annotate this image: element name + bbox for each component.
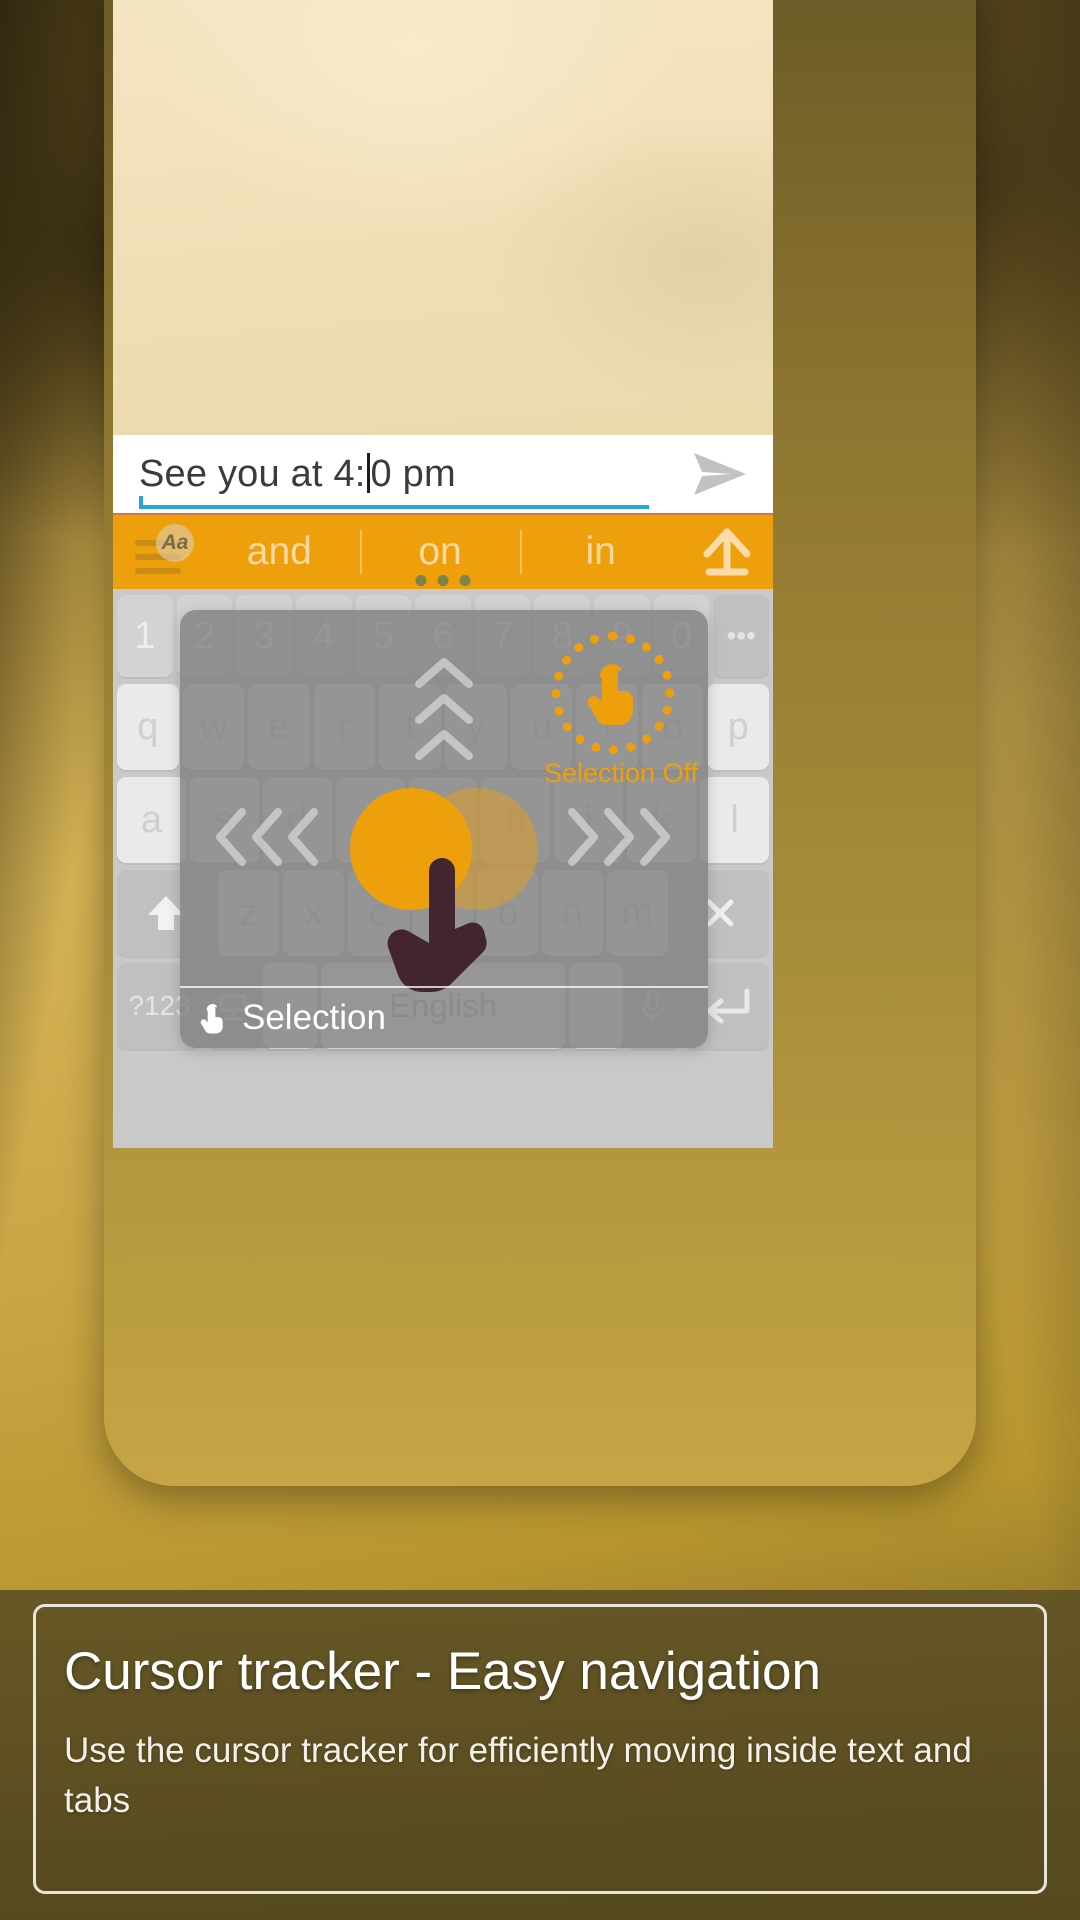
message-input-bar: See you at 4: 0 pm [113, 435, 773, 513]
key-a[interactable]: a [117, 777, 186, 863]
text-caret [366, 452, 370, 493]
chevron-left-icon [288, 808, 318, 866]
key-more-options[interactable]: ••• [713, 595, 770, 677]
chevron-left-icon [252, 808, 282, 866]
caption-box: Cursor tracker - Easy navigation Use the… [33, 1604, 1047, 1894]
key-q[interactable]: q [117, 684, 179, 770]
pointing-hand-icon [380, 842, 540, 993]
chevron-right-icon [640, 808, 670, 866]
chevron-left-icon [216, 808, 246, 866]
keyboard-menu-button[interactable]: Aa [113, 514, 199, 590]
touch-tap-icon [587, 664, 633, 725]
chevron-right-icon [604, 808, 634, 866]
selection-toggle-button[interactable]: Selection Off [544, 632, 699, 789]
suggestion-item-2[interactable]: in [520, 514, 681, 590]
chevron-right-icon [568, 808, 598, 866]
suggestion-label: in [585, 530, 616, 573]
suggestion-item-0[interactable]: and [199, 514, 360, 590]
promo-screen: See you at 4: 0 pm Aa and on in 1 ••• q … [0, 0, 1080, 1920]
right-chevrons-indicator [566, 806, 672, 868]
conversation-canvas [113, 0, 773, 435]
cursor-tracker-touchpad[interactable]: Selection Off [180, 610, 708, 993]
promo-caption: Cursor tracker - Easy navigation Use the… [0, 1590, 1080, 1920]
send-button[interactable] [689, 443, 751, 505]
key-1[interactable]: 1 [116, 595, 173, 677]
suggestion-bar: Aa and on in [113, 513, 773, 589]
chevron-up-icon [415, 658, 473, 688]
chevron-up-icon [415, 694, 473, 724]
caption-title: Cursor tracker - Easy navigation [64, 1642, 822, 1701]
selection-toggle-circle [552, 632, 674, 754]
menu-badge-aa: Aa [156, 524, 194, 562]
key-p[interactable]: p [707, 684, 769, 770]
chevron-up-icon [415, 730, 473, 760]
suggestion-label: and [246, 530, 312, 573]
cursor-tracker-overlay[interactable]: Selection Off Selection [180, 610, 708, 1048]
caption-subtitle: Use the cursor tracker for efficiently m… [64, 1731, 972, 1820]
input-underline [139, 496, 649, 509]
arrow-up-icon [703, 528, 751, 576]
up-chevrons-indicator [413, 656, 475, 762]
message-input-field[interactable]: See you at 4: 0 pm [139, 443, 649, 509]
suggestion-label: on [418, 530, 462, 573]
selection-footer-bar[interactable]: Selection [180, 986, 708, 1048]
touch-tap-icon [200, 1004, 223, 1034]
send-paper-plane-icon [694, 453, 746, 495]
left-chevrons-indicator [214, 806, 320, 868]
message-input-text: See you at 4: 0 pm [139, 452, 456, 496]
expand-suggestions-button[interactable] [681, 514, 773, 590]
key-l[interactable]: l [700, 777, 770, 863]
message-text-after-caret: 0 pm [370, 452, 456, 495]
message-text-before-caret: See you at 4: [139, 452, 366, 495]
selection-toggle-label: Selection Off [544, 758, 699, 788]
selection-footer-label: Selection [242, 998, 386, 1037]
phone-screen: See you at 4: 0 pm Aa and on in 1 ••• q … [113, 0, 773, 1148]
suggestion-page-dots [415, 575, 471, 586]
